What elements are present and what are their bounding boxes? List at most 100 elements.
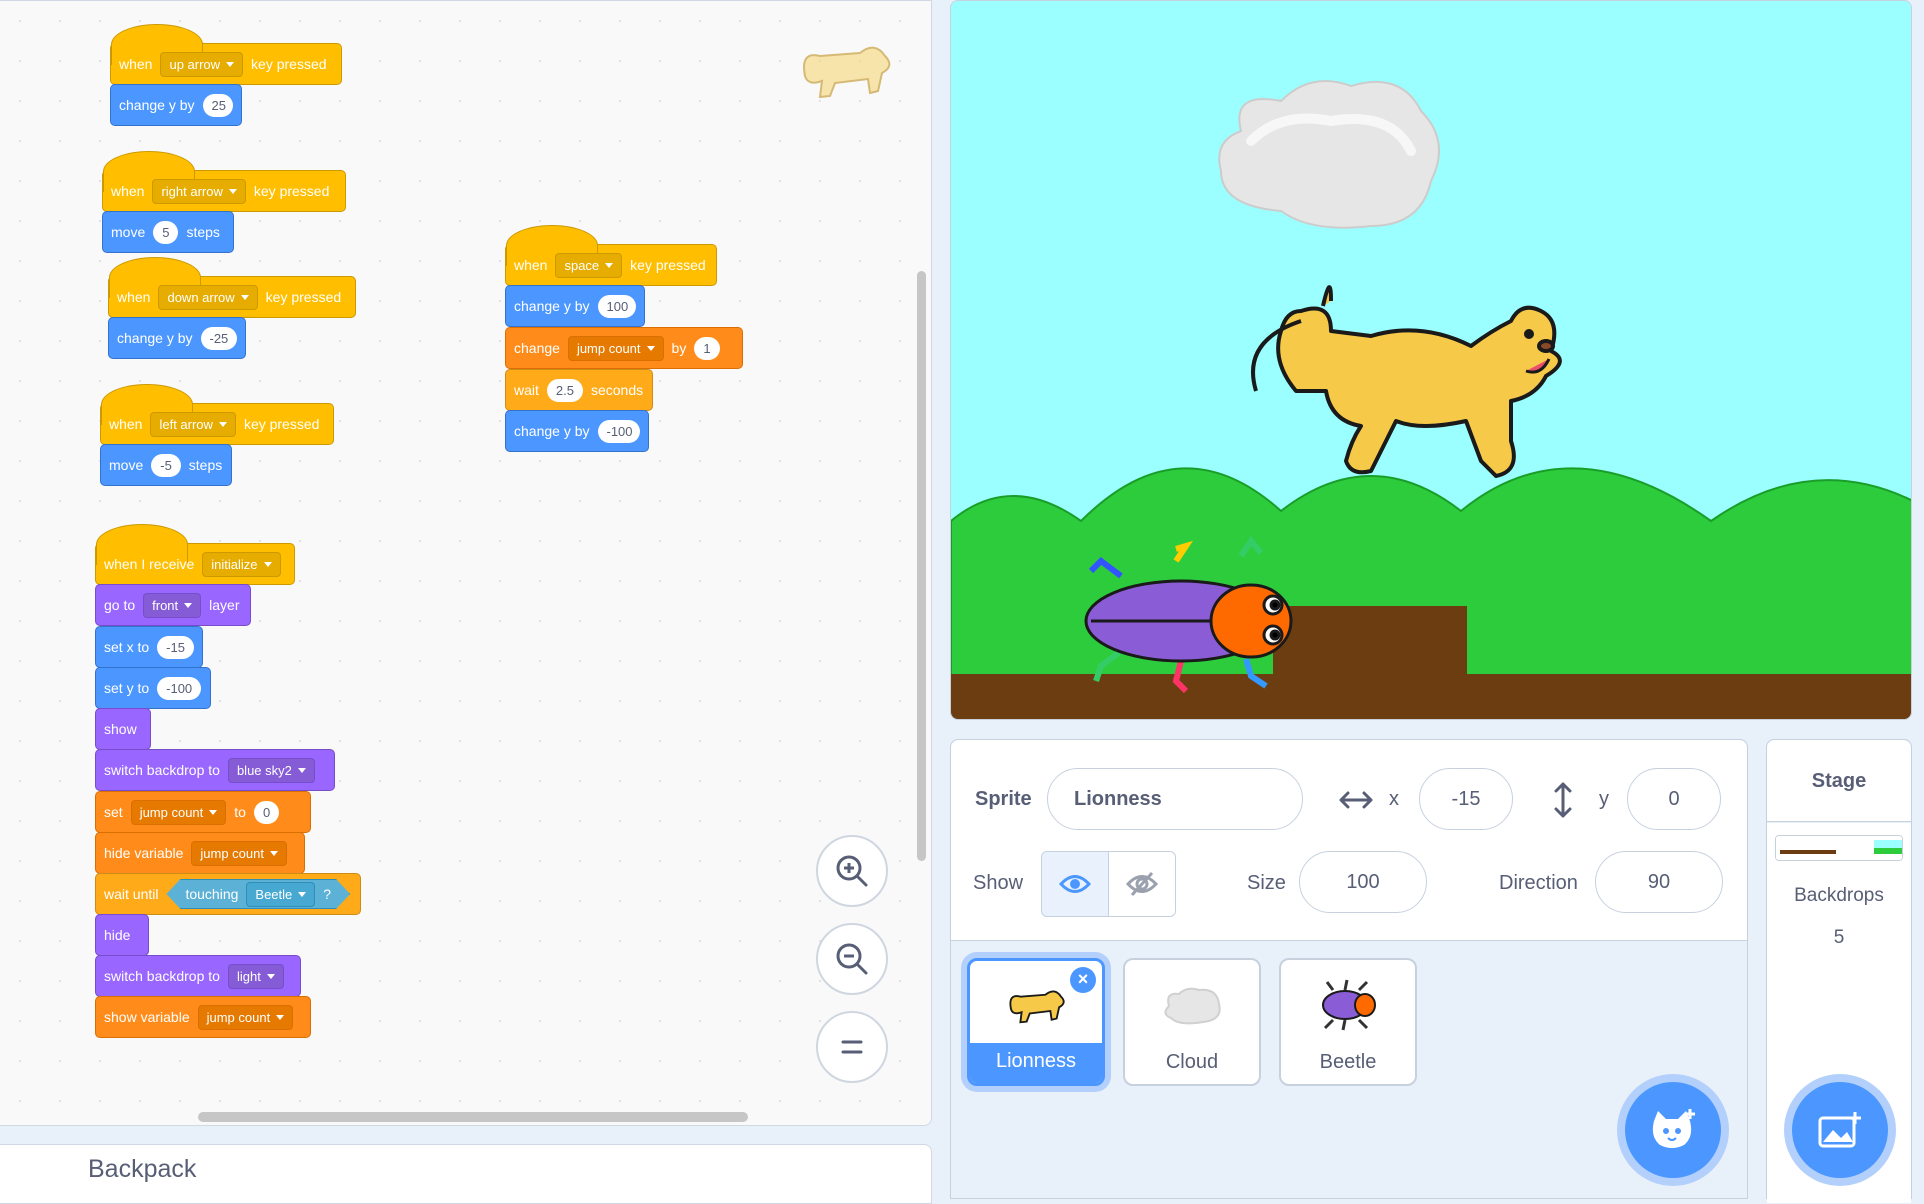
block-label: change y by bbox=[117, 330, 193, 346]
value-input[interactable]: 25 bbox=[202, 93, 233, 117]
stage-canvas[interactable] bbox=[950, 0, 1912, 720]
sprite-thumbnail bbox=[1281, 960, 1415, 1050]
stage-pane[interactable]: Stage Backdrops 5 bbox=[1766, 739, 1912, 1203]
change-y-block[interactable]: change y by 100 bbox=[505, 285, 645, 327]
cloud-sprite bbox=[1218, 80, 1440, 229]
value-input[interactable]: 2.5 bbox=[546, 378, 583, 402]
block-label: when bbox=[514, 257, 548, 273]
variable-dropdown[interactable]: jump count bbox=[130, 799, 227, 825]
value-input[interactable]: -100 bbox=[157, 676, 202, 700]
block-label: steps bbox=[186, 224, 220, 240]
when-key-pressed-block[interactable]: when right arrow key pressed bbox=[102, 151, 346, 212]
block-label: show variable bbox=[104, 1009, 190, 1025]
add-sprite-button[interactable] bbox=[1625, 1082, 1721, 1178]
when-key-pressed-block[interactable]: when left arrow key pressed bbox=[100, 384, 334, 445]
message-dropdown[interactable]: initialize bbox=[202, 551, 281, 577]
when-key-pressed-block[interactable]: when up arrow key pressed bbox=[110, 24, 342, 85]
size-input[interactable]: 100 bbox=[1299, 851, 1427, 913]
move-steps-block[interactable]: move 5 steps bbox=[102, 211, 234, 253]
touching-block[interactable]: touching Beetle ? bbox=[166, 879, 350, 909]
block-label: hide variable bbox=[104, 845, 184, 861]
backdrop-dropdown[interactable]: light bbox=[227, 963, 284, 989]
sprite-tile-cloud[interactable]: Cloud bbox=[1123, 958, 1261, 1086]
block-label: seconds bbox=[590, 382, 644, 398]
delete-sprite-button[interactable]: × bbox=[1070, 967, 1096, 993]
set-x-block[interactable]: set x to -15 bbox=[95, 626, 203, 668]
cloud-thumb-icon bbox=[1164, 987, 1221, 1025]
key-dropdown[interactable]: right arrow bbox=[152, 178, 246, 204]
when-key-pressed-block[interactable]: when down arrow key pressed bbox=[108, 257, 356, 318]
sprite-name-input[interactable]: Lionness bbox=[1047, 768, 1303, 830]
value-input[interactable]: 100 bbox=[597, 294, 636, 318]
set-y-block[interactable]: set y to -100 bbox=[95, 667, 211, 709]
backdrop-dropdown[interactable]: blue sky2 bbox=[227, 757, 315, 783]
go-to-layer-block[interactable]: go to front layer bbox=[95, 584, 251, 626]
hide-block[interactable]: hide bbox=[95, 914, 149, 956]
value-input[interactable]: -25 bbox=[200, 326, 237, 350]
y-label: y bbox=[1599, 788, 1609, 810]
block-label: wait bbox=[514, 382, 539, 398]
change-variable-block[interactable]: change jump count by 1 bbox=[505, 327, 743, 369]
move-steps-block[interactable]: move -5 steps bbox=[100, 444, 232, 486]
variable-dropdown[interactable]: jump count bbox=[191, 840, 287, 866]
show-block[interactable]: show bbox=[95, 708, 151, 750]
sprite-info-panel: Sprite Lionness x -15 y 0 Show Size 100 … bbox=[951, 740, 1747, 941]
switch-backdrop-block[interactable]: switch backdrop to blue sky2 bbox=[95, 749, 335, 791]
x-input[interactable]: -15 bbox=[1419, 768, 1513, 830]
value-input[interactable]: -15 bbox=[157, 635, 194, 659]
vertical-scrollbar[interactable] bbox=[917, 271, 926, 861]
touch-dropdown[interactable]: Beetle bbox=[246, 882, 315, 907]
show-variable-block[interactable]: show variable jump count bbox=[95, 996, 311, 1038]
horizontal-scrollbar[interactable] bbox=[198, 1112, 748, 1122]
when-key-pressed-block[interactable]: when space key pressed bbox=[505, 225, 717, 286]
variable-dropdown[interactable]: jump count bbox=[197, 1004, 294, 1030]
value-input[interactable]: 0 bbox=[253, 800, 280, 824]
zoom-reset-button[interactable] bbox=[816, 1011, 888, 1083]
hide-visible-button[interactable] bbox=[1108, 851, 1176, 917]
block-label: switch backdrop to bbox=[104, 968, 220, 984]
value-input[interactable]: -5 bbox=[151, 453, 181, 477]
value-input[interactable]: 1 bbox=[694, 336, 720, 360]
value-input[interactable]: 5 bbox=[153, 220, 179, 244]
backdrop-thumb-icon bbox=[1776, 836, 1902, 860]
backpack[interactable]: Backpack bbox=[0, 1144, 932, 1204]
variable-dropdown[interactable]: jump count bbox=[567, 335, 664, 361]
sprite-tile-lionness[interactable]: × Lionness bbox=[967, 958, 1105, 1086]
change-y-block[interactable]: change y by -100 bbox=[505, 410, 649, 452]
hide-variable-block[interactable]: hide variable jump count bbox=[95, 832, 305, 874]
block-label: key pressed bbox=[630, 257, 706, 273]
key-dropdown[interactable]: down arrow bbox=[158, 284, 258, 310]
code-area[interactable]: when up arrow key pressed change y by 25… bbox=[0, 0, 932, 1126]
direction-label: Direction bbox=[1499, 872, 1578, 894]
set-variable-block[interactable]: set jump count to 0 bbox=[95, 791, 311, 833]
block-label: touching bbox=[185, 886, 239, 902]
block-label: when bbox=[117, 289, 151, 305]
sprite-tile-name: Lionness bbox=[970, 1043, 1102, 1083]
wait-seconds-block[interactable]: wait 2.5 seconds bbox=[505, 369, 653, 411]
change-y-block[interactable]: change y by -25 bbox=[108, 317, 246, 359]
vertical-arrows-icon bbox=[1554, 782, 1572, 818]
stage-thumbnail[interactable] bbox=[1775, 835, 1903, 861]
sprite-tile-beetle[interactable]: Beetle bbox=[1279, 958, 1417, 1086]
key-dropdown[interactable]: space bbox=[555, 252, 623, 278]
cat-plus-icon bbox=[1652, 1109, 1695, 1148]
zoom-out-button[interactable] bbox=[816, 923, 888, 995]
change-y-block[interactable]: change y by 25 bbox=[110, 84, 242, 126]
show-visible-button[interactable] bbox=[1041, 851, 1109, 917]
direction-input[interactable]: 90 bbox=[1595, 851, 1723, 913]
when-i-receive-block[interactable]: when I receive initialize bbox=[95, 524, 295, 585]
key-dropdown[interactable]: left arrow bbox=[150, 411, 236, 437]
add-backdrop-button[interactable] bbox=[1792, 1082, 1888, 1178]
block-label: change y by bbox=[514, 298, 590, 314]
key-dropdown[interactable]: up arrow bbox=[160, 51, 244, 77]
switch-backdrop-block[interactable]: switch backdrop to light bbox=[95, 955, 301, 997]
show-label: Show bbox=[973, 872, 1024, 894]
value-input[interactable]: -100 bbox=[597, 419, 640, 443]
layer-dropdown[interactable]: front bbox=[143, 592, 202, 618]
block-label: when bbox=[109, 416, 143, 432]
zoom-in-button[interactable] bbox=[816, 835, 888, 907]
wait-until-block[interactable]: wait until touching Beetle ? bbox=[95, 873, 361, 915]
block-label: move bbox=[111, 224, 146, 240]
block-label: set y to bbox=[104, 680, 150, 696]
y-input[interactable]: 0 bbox=[1627, 768, 1721, 830]
